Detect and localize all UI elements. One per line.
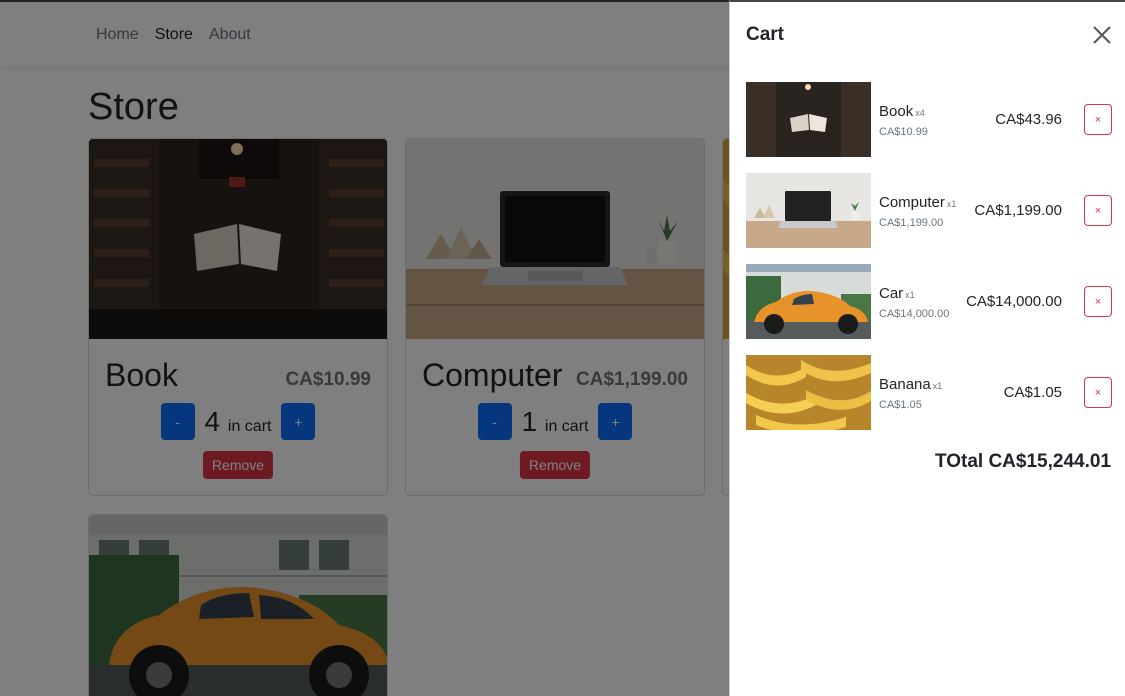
cart-item-remove-button[interactable]: ×: [1084, 195, 1112, 226]
cart-item-book: Book x4 CA$10.99 CA$43.96 ×: [746, 82, 1112, 157]
cart-item-multiplier: x4: [915, 108, 925, 118]
cart-item-title: Car: [879, 285, 904, 302]
store-page: Home Store About Store: [0, 0, 1125, 696]
cart-item-multiplier: x1: [946, 199, 957, 209]
cart-item-line-total: CA$1.05: [1003, 384, 1062, 401]
cart-panel: Cart Book x4 CA$10.99 CA$43.96 × Compute…: [729, 0, 1125, 696]
cart-item-line-total: CA$14,000.00: [966, 293, 1062, 310]
backdrop-overlay[interactable]: [0, 0, 729, 696]
cart-item-name: Book x4: [879, 103, 925, 120]
cart-item-name: Computer x1: [879, 194, 956, 211]
cart-item-line-total: CA$1,199.00: [974, 202, 1062, 219]
cart-item-computer: Computer x1 CA$1,199.00 CA$1,199.00 ×: [746, 173, 1112, 248]
cart-item-unit-price: CA$10.99: [879, 126, 928, 138]
cart-item-car: Car x1 CA$14,000.00 CA$14,000.00 ×: [746, 264, 1112, 339]
cart-item-line-total: CA$43.96: [995, 111, 1062, 128]
cart-item-unit-price: CA$14,000.00: [879, 308, 950, 320]
cart-item-title: Computer: [879, 194, 945, 211]
computer-thumbnail: [746, 173, 871, 248]
cart-item-title: Book: [879, 103, 914, 120]
cart-item-multiplier: x1: [932, 381, 943, 391]
cart-item-title: Banana: [879, 376, 931, 393]
cart-item-name: Banana x1: [879, 376, 942, 393]
cart-item-multiplier: x1: [905, 290, 915, 300]
banana-thumbnail: [746, 355, 871, 430]
car-thumbnail: [746, 264, 871, 339]
cart-item-unit-price: CA$1.05: [879, 399, 922, 411]
cart-item-remove-button[interactable]: ×: [1084, 286, 1112, 317]
cart-item-name: Car x1: [879, 285, 915, 302]
cart-total: TOtal CA$15,244.01: [934, 451, 1111, 472]
book-thumbnail: [746, 82, 871, 157]
cart-item-unit-price: CA$1,199.00: [879, 217, 944, 229]
cart-item-banana: Banana x1 CA$1.05 CA$1.05 ×: [746, 355, 1112, 430]
cart-item-remove-button[interactable]: ×: [1084, 377, 1112, 408]
cart-item-remove-button[interactable]: ×: [1084, 104, 1112, 135]
cart-title: Cart: [746, 24, 785, 45]
close-icon[interactable]: [1091, 24, 1113, 46]
